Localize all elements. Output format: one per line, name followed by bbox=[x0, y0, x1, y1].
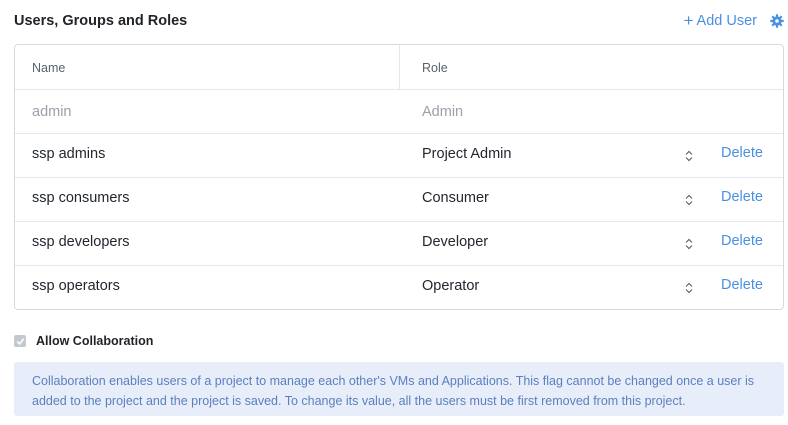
delete-button[interactable]: Delete bbox=[721, 189, 763, 205]
table-row: ssp developers Developer Delete bbox=[15, 221, 783, 266]
sort-arrows-icon bbox=[685, 282, 693, 294]
role-select-value: Developer bbox=[422, 234, 489, 250]
user-name: ssp developers bbox=[32, 234, 130, 250]
user-name: ssp consumers bbox=[32, 190, 130, 206]
role-select-value: Operator bbox=[422, 278, 480, 294]
collaboration-info-text: Collaboration enables users of a project… bbox=[32, 374, 755, 408]
add-user-label: Add User bbox=[696, 12, 757, 29]
gear-icon[interactable] bbox=[770, 14, 784, 28]
sort-arrows-icon bbox=[685, 150, 693, 162]
column-header-role: Role bbox=[422, 61, 448, 75]
table-row: admin Admin bbox=[15, 89, 783, 134]
section-header: Users, Groups and Roles + Add User bbox=[14, 12, 784, 32]
user-name: admin bbox=[32, 104, 72, 120]
table-row: ssp operators Operator Delete bbox=[15, 265, 783, 309]
section-title: Users, Groups and Roles bbox=[14, 13, 188, 29]
allow-collaboration-checkbox[interactable] bbox=[14, 335, 26, 347]
role-select-value: Project Admin bbox=[422, 146, 512, 162]
allow-collaboration: Allow Collaboration bbox=[14, 334, 153, 348]
users-table: Name Role admin Admin ssp admins Project… bbox=[14, 44, 784, 310]
table-row: ssp consumers Consumer Delete bbox=[15, 177, 783, 222]
checkmark-icon bbox=[16, 337, 24, 345]
column-divider bbox=[399, 45, 400, 89]
add-user-button[interactable]: + Add User bbox=[684, 12, 757, 29]
user-name: ssp operators bbox=[32, 278, 120, 294]
delete-button[interactable]: Delete bbox=[721, 233, 763, 249]
role-select-value: Consumer bbox=[422, 190, 489, 206]
user-name: ssp admins bbox=[32, 146, 106, 162]
table-row: ssp admins Project Admin Delete bbox=[15, 133, 783, 178]
column-header-name: Name bbox=[32, 61, 66, 75]
sort-arrows-icon bbox=[685, 238, 693, 250]
collaboration-info-box: Collaboration enables users of a project… bbox=[14, 362, 784, 416]
delete-button[interactable]: Delete bbox=[721, 277, 763, 293]
plus-icon: + bbox=[683, 11, 694, 30]
table-header-row: Name Role bbox=[15, 45, 783, 90]
user-role: Admin bbox=[422, 104, 464, 120]
sort-arrows-icon bbox=[685, 194, 693, 206]
delete-button[interactable]: Delete bbox=[721, 145, 763, 161]
allow-collaboration-label: Allow Collaboration bbox=[36, 334, 154, 348]
